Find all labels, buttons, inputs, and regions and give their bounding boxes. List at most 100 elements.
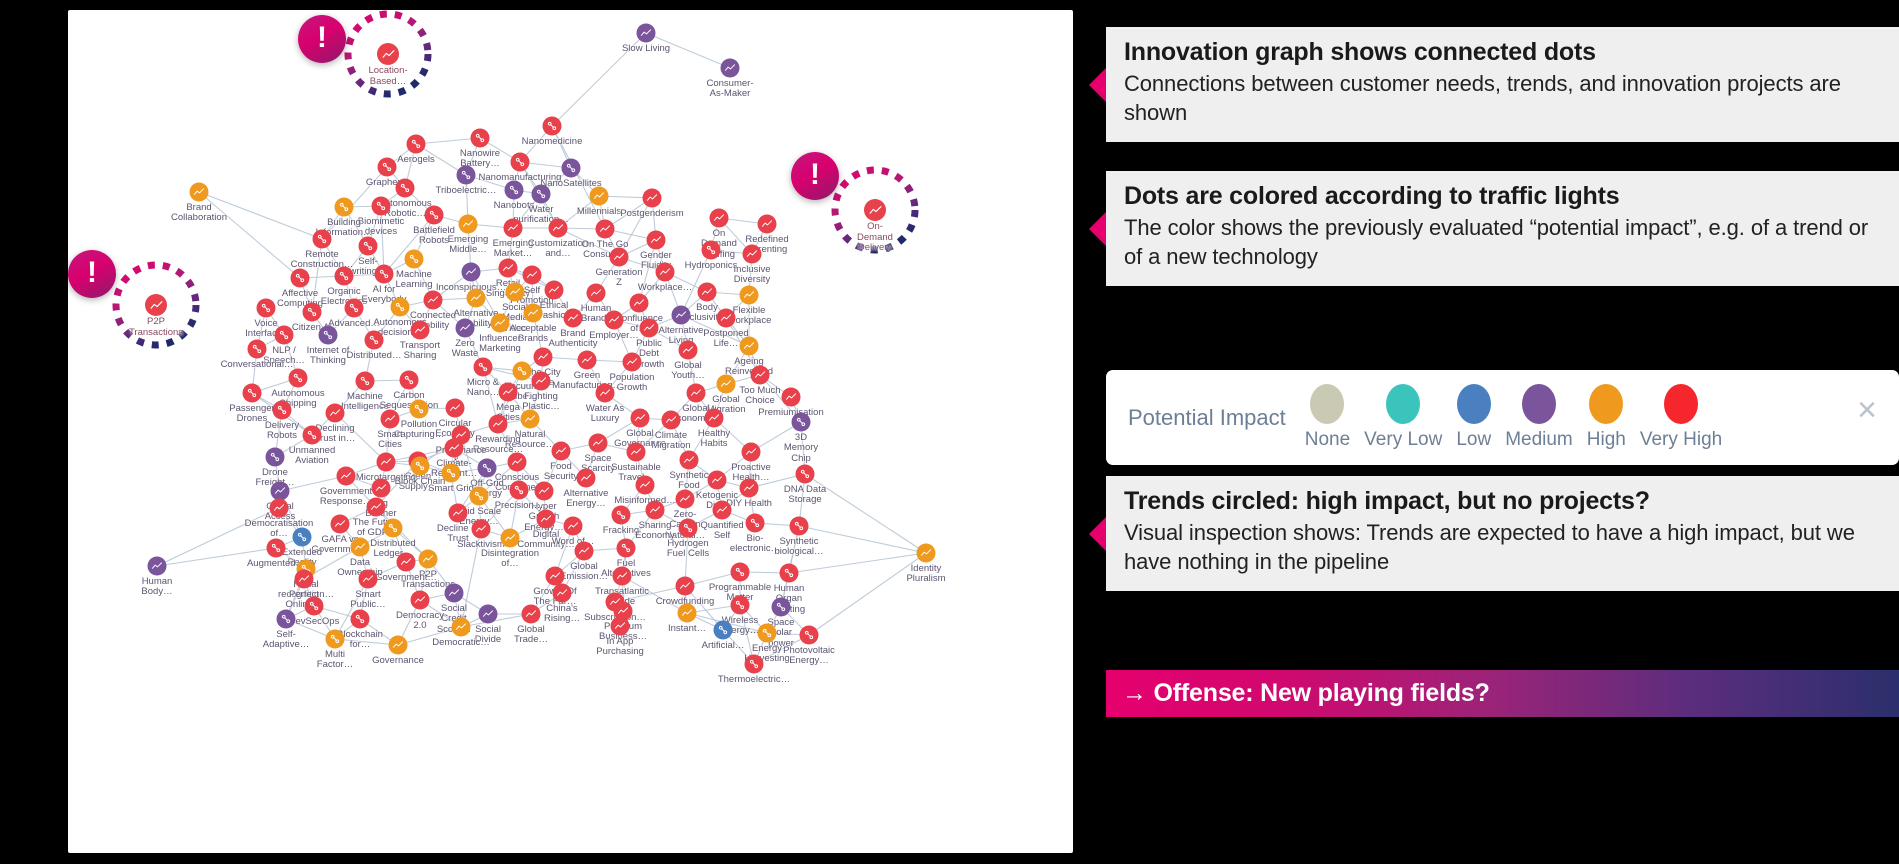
graph-node[interactable] [147, 556, 167, 576]
graph-node[interactable] [757, 623, 777, 643]
graph-node[interactable] [610, 616, 630, 636]
graph-node[interactable] [458, 214, 478, 234]
graph-node[interactable] [404, 249, 424, 269]
graph-node[interactable] [334, 266, 354, 286]
legend-item-none[interactable]: None [1300, 384, 1355, 451]
graph-node[interactable] [288, 368, 308, 388]
graph-node[interactable] [713, 620, 733, 640]
graph-node[interactable] [750, 365, 770, 385]
graph-node[interactable] [466, 288, 486, 308]
graph-node[interactable] [448, 503, 468, 523]
graph-node[interactable] [675, 576, 695, 596]
graph-node[interactable] [272, 400, 292, 420]
graph-node[interactable] [274, 325, 294, 345]
graph-node[interactable] [380, 409, 400, 429]
graph-node[interactable] [521, 604, 541, 624]
graph-node[interactable] [510, 152, 530, 172]
graph-node[interactable] [374, 264, 394, 284]
graph-node[interactable] [490, 313, 510, 333]
graph-node[interactable] [716, 374, 736, 394]
graph-node[interactable] [409, 399, 429, 419]
graph-node[interactable] [455, 318, 475, 338]
graph-node[interactable] [358, 569, 378, 589]
graph-node[interactable] [505, 282, 525, 302]
close-icon[interactable]: × [1847, 393, 1883, 443]
graph-node[interactable] [563, 308, 583, 328]
graph-node[interactable] [576, 468, 596, 488]
graph-node[interactable] [504, 180, 524, 200]
graph-node[interactable] [396, 552, 416, 572]
graph-node[interactable] [646, 230, 666, 250]
graph-node[interactable] [678, 340, 698, 360]
graph-node[interactable] [522, 265, 542, 285]
graph-node[interactable] [445, 398, 465, 418]
graph-node[interactable] [588, 433, 608, 453]
graph-node[interactable] [795, 464, 815, 484]
alert-badge-icon[interactable]: ! [298, 15, 346, 63]
graph-node[interactable] [677, 603, 697, 623]
graph-node[interactable] [334, 197, 354, 217]
graph-node[interactable] [265, 447, 285, 467]
graph-node[interactable] [720, 58, 740, 78]
graph-node[interactable] [645, 500, 665, 520]
graph-node[interactable] [471, 519, 491, 539]
graph-node[interactable] [595, 219, 615, 239]
graph-node[interactable] [410, 320, 430, 340]
graph-node[interactable] [488, 414, 508, 434]
graph-node[interactable] [520, 409, 540, 429]
graph-node[interactable] [771, 597, 791, 617]
graph-node[interactable] [739, 336, 759, 356]
graph-node[interactable] [622, 352, 642, 372]
graph-node[interactable] [577, 350, 597, 370]
highlighted-graph-node[interactable] [377, 43, 399, 65]
graph-node[interactable] [509, 480, 529, 500]
graph-node[interactable] [679, 450, 699, 470]
graph-node[interactable] [716, 308, 736, 328]
legend-item-very-high[interactable]: Very High [1635, 384, 1727, 451]
graph-node[interactable] [704, 408, 724, 428]
graph-node[interactable] [304, 596, 324, 616]
graph-node[interactable] [612, 566, 632, 586]
graph-node[interactable] [544, 280, 564, 300]
graph-node[interactable] [444, 583, 464, 603]
graph-node[interactable] [325, 403, 345, 423]
graph-node[interactable] [498, 382, 518, 402]
graph-node[interactable] [290, 268, 310, 288]
graph-node[interactable] [639, 318, 659, 338]
graph-node[interactable] [686, 383, 706, 403]
graph-node[interactable] [477, 458, 497, 478]
graph-node[interactable] [371, 196, 391, 216]
graph-node[interactable] [712, 500, 732, 520]
graph-node[interactable] [741, 442, 761, 462]
graph-node[interactable] [701, 240, 721, 260]
legend-item-high[interactable]: High [1582, 384, 1631, 451]
graph-node[interactable] [312, 229, 332, 249]
graph-node[interactable] [642, 188, 662, 208]
graph-node[interactable] [406, 134, 426, 154]
graph-node[interactable] [531, 371, 551, 391]
graph-node[interactable] [269, 498, 289, 518]
graph-node[interactable] [589, 186, 609, 206]
graph-node[interactable] [336, 466, 356, 486]
graph-node[interactable] [418, 549, 438, 569]
graph-node[interactable] [574, 541, 594, 561]
graph-node[interactable] [671, 305, 691, 325]
legend-item-medium[interactable]: Medium [1500, 384, 1578, 451]
graph-node[interactable] [424, 205, 444, 225]
graph-node[interactable] [744, 654, 764, 674]
graph-node[interactable] [266, 538, 286, 558]
graph-node[interactable] [355, 371, 375, 391]
graph-node[interactable] [745, 513, 765, 533]
graph-node[interactable] [350, 537, 370, 557]
graph-node[interactable] [709, 208, 729, 228]
graph-node[interactable] [395, 178, 415, 198]
graph-node[interactable] [473, 357, 493, 377]
highlighted-graph-node[interactable] [145, 294, 167, 316]
graph-node[interactable] [742, 244, 762, 264]
legend-item-low[interactable]: Low [1451, 384, 1496, 451]
graph-node[interactable] [247, 339, 267, 359]
graph-node[interactable] [189, 182, 209, 202]
graph-node[interactable] [730, 562, 750, 582]
graph-node[interactable] [531, 184, 551, 204]
graph-node[interactable] [561, 158, 581, 178]
